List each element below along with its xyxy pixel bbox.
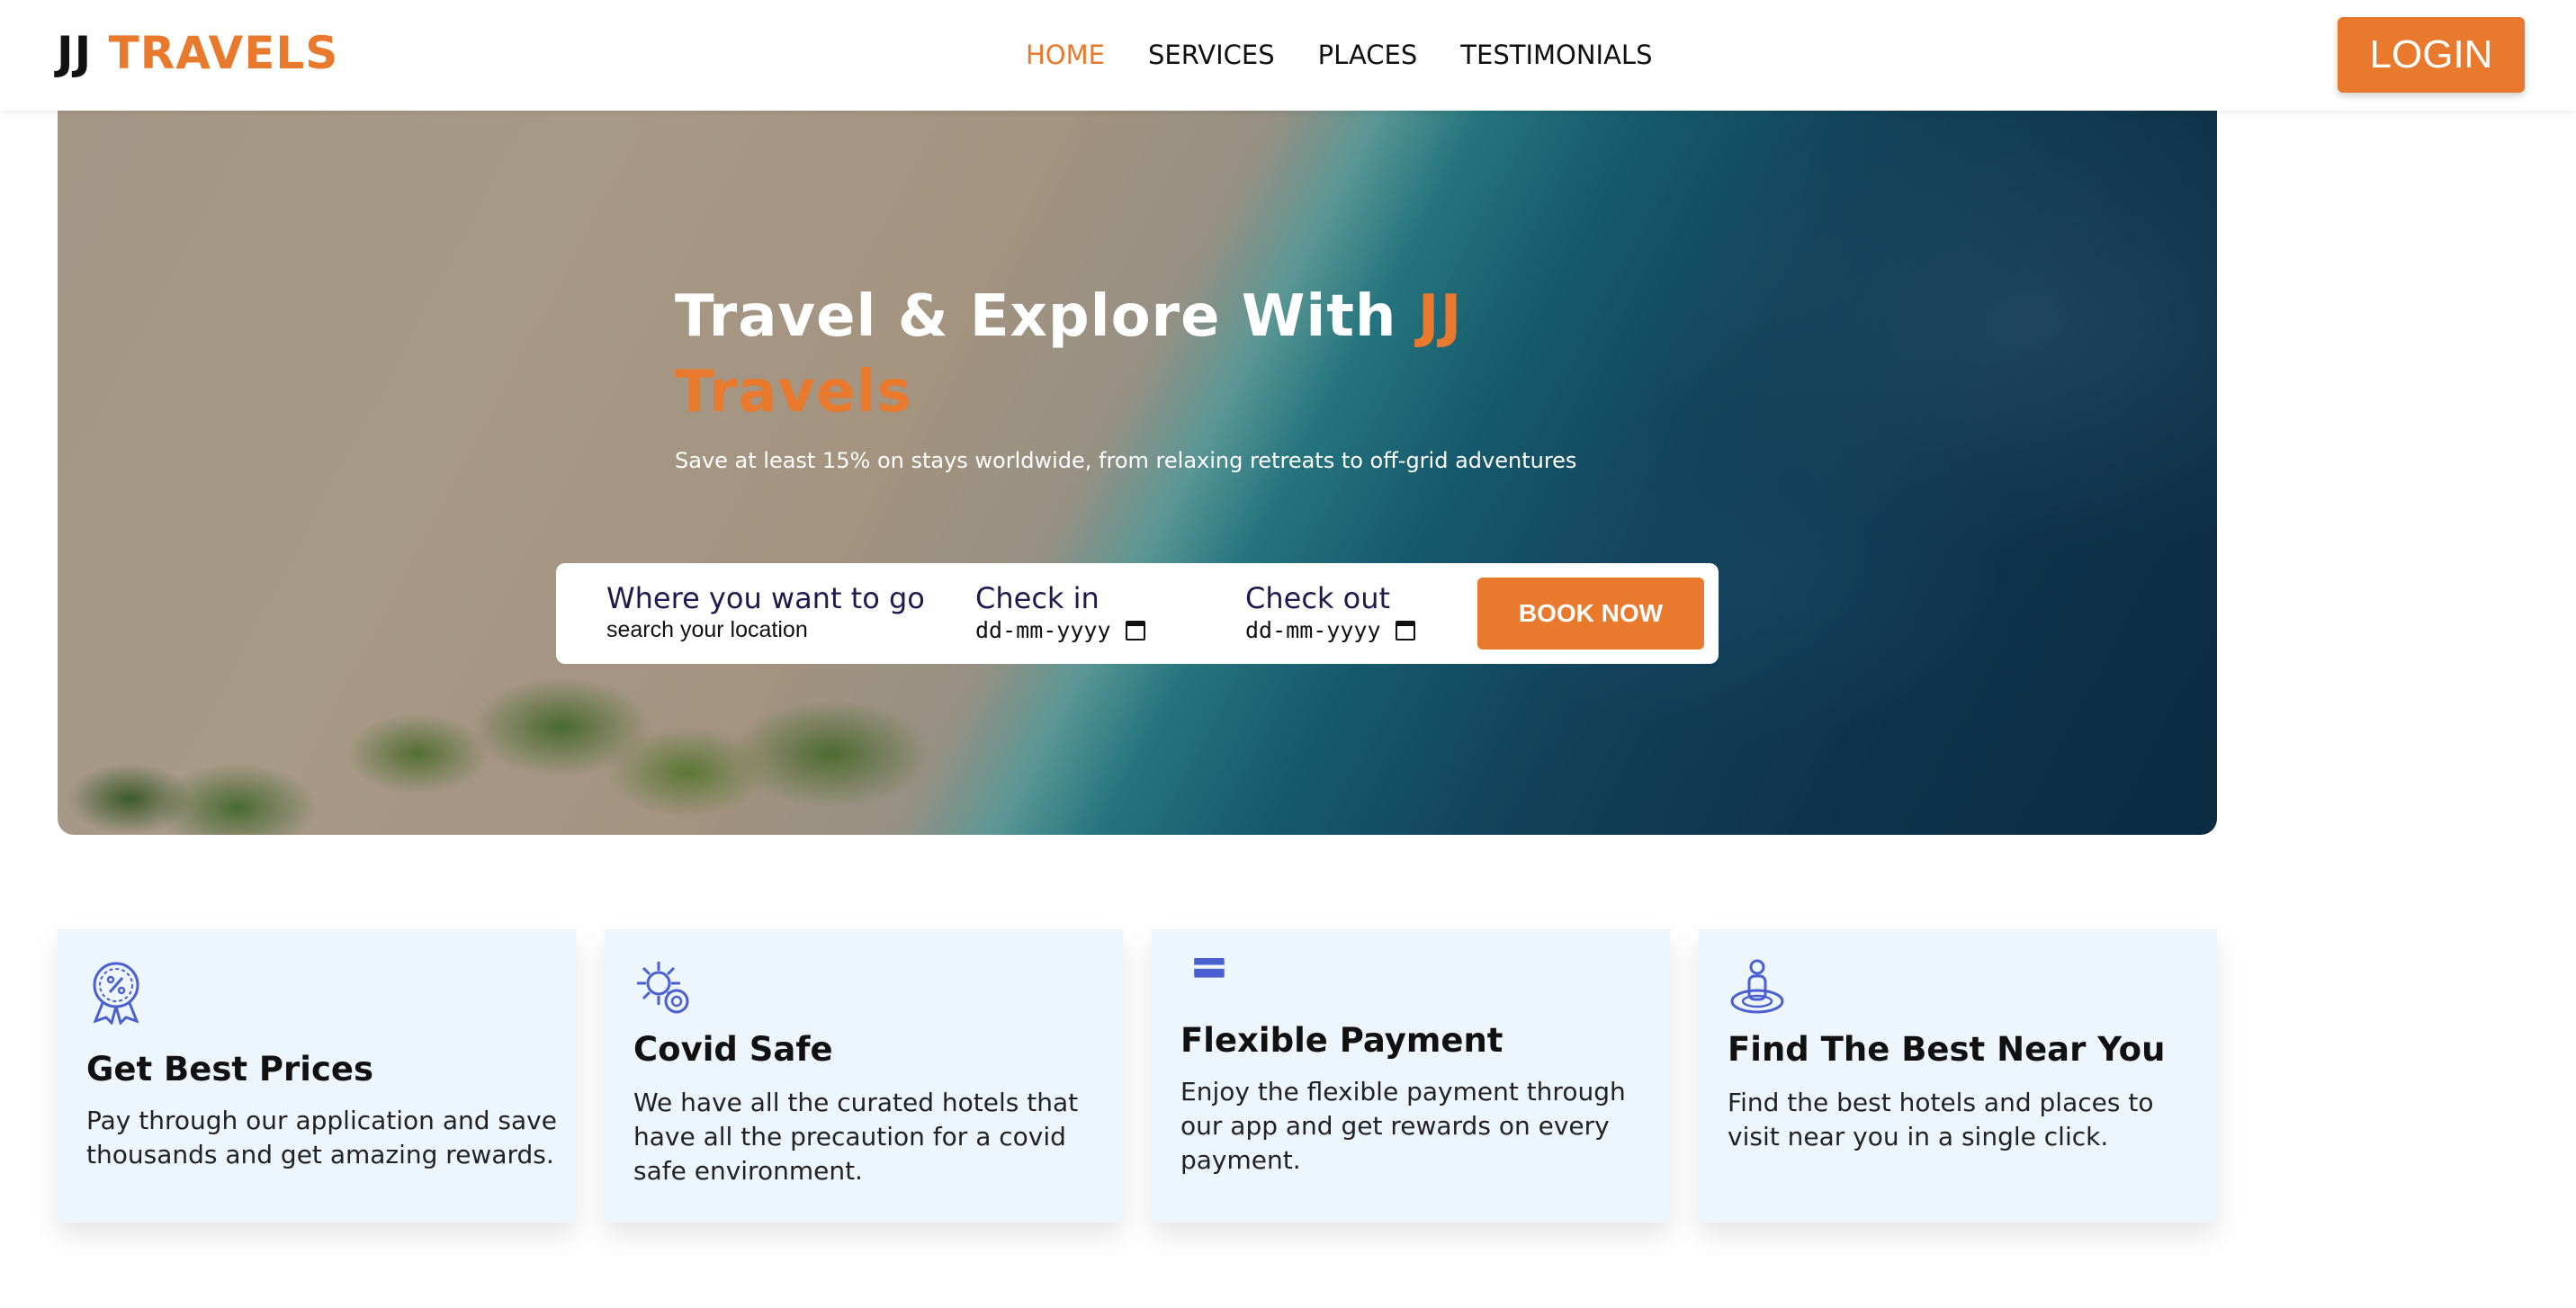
feature-card-best-prices: Get Best Prices Pay through our applicat…: [58, 929, 576, 1223]
main-nav: HOME SERVICES PLACES TESTIMONIALS: [1026, 40, 1653, 70]
checkin-date-value: dd-mm-yyyy: [975, 617, 1111, 643]
brand-logo[interactable]: JJ TRAVELS: [57, 27, 338, 79]
feature-title: Flexible Payment: [1180, 1021, 1503, 1060]
discount-badge-icon: [93, 962, 139, 1025]
destination-field[interactable]: Where you want to go search your locatio…: [606, 581, 925, 643]
feature-text: We have all the curated hotels that have…: [633, 1088, 1079, 1186]
checkin-field[interactable]: Check in dd-mm-yyyy: [975, 581, 1145, 643]
nav-link-testimonials[interactable]: TESTIMONIALS: [1460, 40, 1652, 70]
nav-link-places[interactable]: PLACES: [1318, 40, 1418, 70]
nav-link-home[interactable]: HOME: [1026, 40, 1105, 70]
feature-text: Find the best hotels and places to visit…: [1728, 1088, 2154, 1151]
feature-card-flexible-payment: Flexible Payment Enjoy the flexible paym…: [1152, 929, 1670, 1223]
feature-card-near-you: Find The Best Near You Find the best hot…: [1699, 929, 2217, 1223]
location-person-icon: [1730, 959, 1784, 1014]
book-now-button[interactable]: BOOK NOW: [1477, 578, 1704, 650]
brand-logo-part1: JJ: [57, 27, 93, 79]
feature-title: Find The Best Near You: [1728, 1030, 2166, 1069]
feature-title: Get Best Prices: [86, 1050, 374, 1089]
hero-title-prefix: Travel & Explore With: [675, 283, 1418, 350]
checkout-label: Check out: [1245, 581, 1391, 615]
booking-form: Where you want to go search your locatio…: [556, 563, 1719, 664]
nav-link-services[interactable]: SERVICES: [1148, 40, 1275, 70]
checkout-field[interactable]: Check out dd-mm-yyyy: [1245, 581, 1415, 643]
brand-logo-part2: TRAVELS: [108, 27, 339, 79]
credit-card-icon: [1194, 958, 1225, 978]
destination-label: Where you want to go: [606, 581, 925, 615]
checkout-date-value: dd-mm-yyyy: [1245, 617, 1381, 643]
virus-shield-icon: [637, 962, 689, 1014]
feature-text: Enjoy the flexible payment through our a…: [1180, 1077, 1626, 1175]
feature-text: Pay through our application and save tho…: [86, 1106, 557, 1169]
checkout-date-input[interactable]: dd-mm-yyyy: [1245, 617, 1415, 643]
feature-card-covid-safe: Covid Safe We have all the curated hotel…: [605, 929, 1123, 1223]
destination-input[interactable]: search your location: [606, 617, 925, 643]
top-navbar: JJ TRAVELS HOME SERVICES PLACES TESTIMON…: [0, 0, 2576, 111]
checkin-label: Check in: [975, 581, 1100, 615]
hero-title: Travel & Explore With JJ Travels: [675, 279, 1485, 430]
hero-banner: Travel & Explore With JJ Travels Save at…: [58, 108, 2217, 835]
login-button[interactable]: LOGIN: [2338, 17, 2525, 93]
checkin-date-input[interactable]: dd-mm-yyyy: [975, 617, 1145, 643]
hero-subtitle: Save at least 15% on stays worldwide, fr…: [675, 448, 1577, 473]
calendar-icon[interactable]: [1125, 620, 1145, 641]
calendar-icon[interactable]: [1395, 620, 1415, 641]
feature-title: Covid Safe: [633, 1030, 833, 1069]
